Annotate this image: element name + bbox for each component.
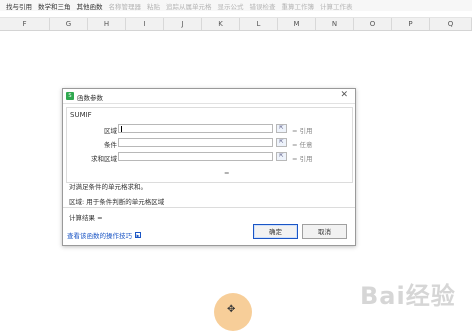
sum-range-input[interactable] [118,152,273,161]
ribbon-item-show-formulas[interactable]: 显示公式 [218,1,244,11]
function-result-equals: = [224,169,230,177]
sum-range-result: = 引用 [292,155,313,163]
sum-range-label: 求和区域 [91,155,117,163]
help-link-text[interactable]: 查看该函数的操作技巧 [67,230,132,240]
ribbon-item-other-functions[interactable]: 其他函数 [77,1,103,11]
column-header-i[interactable]: I [126,18,164,30]
dialog-title: 函数参数 [77,94,103,102]
function-name: SUMIF [70,111,92,119]
mouse-cursor-highlight: ✥ [214,293,252,331]
argument-row-sum-range: 求和区域 ⇱ = 引用 [67,152,352,163]
divider [63,207,355,208]
move-cursor-icon: ✥ [227,304,236,315]
ribbon-item-lookup[interactable]: 找与引用 [6,1,32,11]
column-header-g[interactable]: G [50,18,88,30]
ribbon-item-recalc-workbook[interactable]: 重算工作簿 [282,1,315,11]
range-collapse-icon[interactable]: ⇱ [276,124,287,133]
column-header-p[interactable]: P [392,18,430,30]
argument-row-range: 区域 ⇱ = 引用 [67,124,352,135]
ribbon-item-name-manager[interactable]: 名称管理器 [109,1,142,11]
cancel-button[interactable]: 取消 [302,224,347,239]
column-header-l[interactable]: L [240,18,278,30]
video-icon[interactable]: ▶ [135,232,141,238]
text-caret [121,126,122,132]
ok-button[interactable]: 确定 [253,224,298,239]
function-description: 对满足条件的单元格求和。 [69,183,147,191]
ribbon-item-math[interactable]: 数学和三角 [38,1,71,11]
criteria-input[interactable] [118,138,273,147]
column-header-f[interactable]: F [0,18,50,30]
criteria-collapse-icon[interactable]: ⇱ [276,138,287,147]
ribbon-item-calc-sheet[interactable]: 计算工作表 [320,1,353,11]
watermark: Bai经验 [360,282,456,310]
column-header-j[interactable]: J [164,18,202,30]
criteria-label: 条件 [104,141,117,149]
help-link[interactable]: 查看该函数的操作技巧 ▶ [67,230,141,240]
function-arguments-dialog: S 函数参数 ✕ SUMIF 区域 ⇱ = 引用 条件 ⇱ = 任意 求和区域 … [62,88,356,246]
ribbon-item-error-check[interactable]: 错误检查 [250,1,276,11]
range-label: 区域 [104,127,117,135]
parameter-help: 区域: 用于条件判断的单元格区域 [69,198,165,206]
column-header-q[interactable]: Q [430,18,472,30]
column-header-n[interactable]: N [316,18,354,30]
ribbon-toolbar: 找与引用 数学和三角 其他函数 名称管理器 粘贴 追踪从属单元格 显示公式 错误… [0,0,472,11]
argument-row-criteria: 条件 ⇱ = 任意 [67,138,352,149]
calculation-result: 计算结果 = [69,214,103,222]
ribbon-item-trace-dependents[interactable]: 追踪从属单元格 [166,1,212,11]
column-header-h[interactable]: H [88,18,126,30]
criteria-result: = 任意 [292,141,313,149]
ribbon-item-paste[interactable]: 粘贴 [147,1,160,11]
range-input[interactable] [118,124,273,133]
arguments-group: SUMIF 区域 ⇱ = 引用 条件 ⇱ = 任意 求和区域 ⇱ = 引用 [66,107,353,183]
column-header-m[interactable]: M [278,18,316,30]
sum-range-collapse-icon[interactable]: ⇱ [276,152,287,161]
close-icon[interactable]: ✕ [340,90,348,100]
dialog-titlebar[interactable]: S 函数参数 ✕ [63,89,355,104]
column-header-k[interactable]: K [202,18,240,30]
range-result: = 引用 [292,127,313,135]
app-logo-icon: S [66,92,74,100]
column-header-bar: F G H I J K L M N O P Q [0,17,472,31]
column-header-o[interactable]: O [354,18,392,30]
